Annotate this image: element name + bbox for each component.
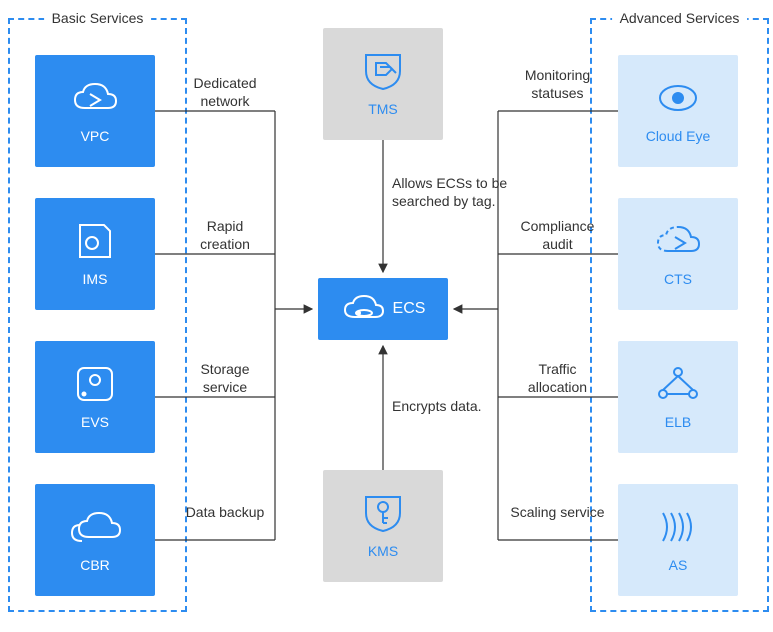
elb-label: ELB [665, 414, 691, 430]
image-file-icon [70, 221, 120, 261]
eye-icon [653, 78, 703, 118]
cts-card: CTS [618, 198, 738, 310]
ecs-node: ECS [318, 278, 448, 340]
as-card: AS [618, 484, 738, 596]
advanced-services-title: Advanced Services [612, 10, 748, 26]
ecs-label: ECS [393, 300, 426, 318]
tms-card: TMS [323, 28, 443, 140]
elb-card: ELB [618, 341, 738, 453]
ims-label: IMS [83, 271, 108, 287]
as-edge-text: Scaling service [510, 504, 605, 522]
tms-edge-text: Allows ECSs to be searched by tag. [392, 175, 512, 210]
cbr-label: CBR [80, 557, 110, 573]
evs-label: EVS [81, 414, 109, 430]
vpc-label: VPC [81, 128, 110, 144]
cbr-edge-text: Data backup [185, 504, 265, 522]
tms-label: TMS [368, 101, 398, 117]
kms-card: KMS [323, 470, 443, 582]
cloud-backup-icon [67, 507, 123, 547]
ims-card: IMS [35, 198, 155, 310]
evs-card: EVS [35, 341, 155, 453]
cloud-server-icon [341, 293, 385, 325]
scaling-icon [653, 507, 703, 547]
tag-shield-icon [360, 51, 406, 91]
load-balance-icon [653, 364, 703, 404]
cts-edge-text: Compliance audit [510, 218, 605, 253]
cloud-eye-card: Cloud Eye [618, 55, 738, 167]
cloud-eye-edge-text: Monitoring statuses [510, 67, 605, 102]
cbr-card: CBR [35, 484, 155, 596]
elb-edge-text: Traffic allocation [510, 361, 605, 396]
as-label: AS [669, 557, 688, 573]
cts-label: CTS [664, 271, 692, 287]
disk-icon [70, 364, 120, 404]
kms-label: KMS [368, 543, 398, 559]
kms-edge-text: Encrypts data. [392, 398, 512, 416]
ims-edge-text: Rapid creation [185, 218, 265, 253]
cloud-eye-label: Cloud Eye [646, 128, 711, 144]
vpc-edge-text: Dedicated network [185, 75, 265, 110]
key-shield-icon [360, 493, 406, 533]
vpc-card: VPC [35, 55, 155, 167]
basic-services-title: Basic Services [44, 10, 152, 26]
cloud-trace-icon [653, 221, 703, 261]
evs-edge-text: Storage service [185, 361, 265, 396]
cloud-icon [70, 78, 120, 118]
